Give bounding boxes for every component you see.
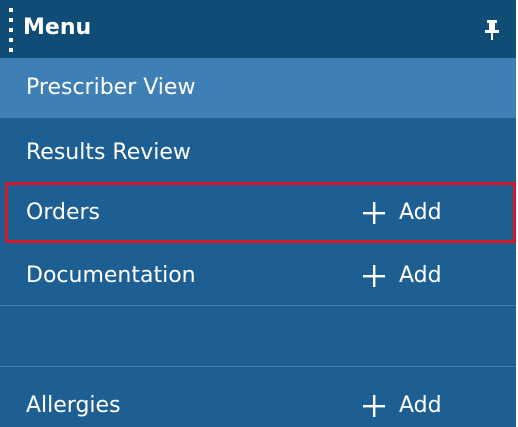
add-label: Add bbox=[399, 393, 442, 418]
add-documentation-button[interactable]: Add bbox=[363, 246, 483, 306]
menu-item-allergies[interactable]: Allergies Add bbox=[0, 376, 516, 427]
plus-icon bbox=[363, 265, 385, 287]
add-label: Add bbox=[399, 200, 442, 225]
menu-item-documentation[interactable]: Documentation Add bbox=[0, 246, 516, 306]
add-orders-button[interactable]: Add bbox=[363, 183, 483, 243]
menu-item-label: Orders bbox=[26, 200, 100, 225]
menu-item-blank[interactable] bbox=[0, 307, 516, 367]
add-label: Add bbox=[399, 263, 442, 288]
menu-title: Menu bbox=[23, 15, 92, 40]
menu-item-label: Results Review bbox=[26, 140, 191, 165]
menu-header: Menu bbox=[0, 0, 516, 58]
plus-icon bbox=[363, 395, 385, 417]
pin-icon[interactable] bbox=[485, 20, 499, 40]
menu-item-label: Allergies bbox=[26, 393, 121, 418]
menu-item-label: Documentation bbox=[26, 263, 196, 288]
drag-handle-icon[interactable] bbox=[9, 8, 15, 52]
menu-item-prescriber-view[interactable]: Prescriber View bbox=[0, 58, 516, 118]
menu-panel: Menu Prescriber View Results Review Orde… bbox=[0, 0, 516, 427]
plus-icon bbox=[363, 202, 385, 224]
add-allergies-button[interactable]: Add bbox=[363, 376, 483, 427]
menu-item-results-review[interactable]: Results Review bbox=[0, 123, 516, 183]
menu-item-label: Prescriber View bbox=[26, 75, 196, 100]
menu-item-orders[interactable]: Orders Add bbox=[0, 183, 516, 243]
